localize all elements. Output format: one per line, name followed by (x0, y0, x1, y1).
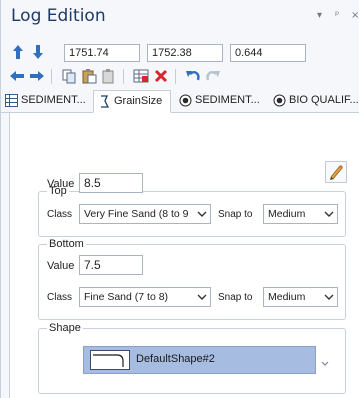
top-snap-value: Medium (268, 208, 306, 220)
chevron-down-icon (197, 291, 207, 303)
delete-icon[interactable] (153, 68, 169, 84)
pin-button[interactable]: ᵖ (335, 10, 339, 21)
grid-icon[interactable] (133, 68, 149, 84)
edit-toolbar (9, 66, 354, 86)
pencil-icon (326, 165, 346, 185)
chevron-down-icon[interactable] (321, 357, 329, 366)
depth-row: 1751.74 1752.38 0.644 (9, 44, 354, 64)
top-class-value: Very Fine Sand (8 to 9 (84, 208, 189, 220)
top-value-input[interactable]: 8.5 (79, 173, 143, 193)
tab-label: SEDIMENT... (21, 94, 86, 106)
top-value-label: Value (47, 178, 75, 190)
arrow-up-icon[interactable] (11, 44, 25, 62)
bottom-class-select[interactable]: Fine Sand (7 to 8) (79, 287, 211, 307)
bottom-class-value: Fine Sand (7 to 8) (84, 291, 169, 303)
top-class-label: Class (47, 209, 73, 220)
arrow-right-icon[interactable] (29, 68, 45, 84)
shape-value: DefaultShape#2 (136, 353, 215, 365)
bottom-value-input[interactable]: 7.5 (79, 255, 143, 275)
tab-grainsize[interactable]: GrainSize (93, 90, 171, 113)
tab-label: SEDIMENT... (195, 94, 260, 106)
chevron-down-icon (197, 208, 207, 220)
title-bar: Log Edition ▾ ᵖ × (1, 0, 359, 34)
toolbar-separator (175, 69, 176, 84)
depth-bottom-input[interactable]: 1752.38 (147, 44, 223, 62)
shape-legend: Shape (49, 322, 81, 334)
panel-title: Log Edition (11, 6, 106, 26)
bottom-legend: Bottom (49, 238, 84, 250)
log-edition-panel: Log Edition ▾ ᵖ × 1751.74 1752.38 0.644 (0, 0, 359, 398)
bottom-value-label: Value (47, 260, 75, 272)
grainsize-icon (98, 95, 111, 108)
arrow-down-icon[interactable] (31, 44, 45, 62)
paste-icon[interactable] (81, 68, 97, 84)
top-snap-label: Snap to (218, 209, 253, 220)
undo-icon[interactable] (185, 68, 201, 84)
shape-preview-icon (90, 350, 130, 370)
top-class-select[interactable]: Very Fine Sand (8 to 9 (79, 204, 211, 224)
tab-strip: SEDIMENT... GrainSize SEDIMENT... BIO QU… (1, 90, 359, 113)
toolbar-separator (51, 69, 52, 84)
thickness-input[interactable]: 0.644 (230, 44, 306, 62)
chevron-down-icon (324, 291, 334, 303)
bottom-snap-value: Medium (268, 291, 306, 303)
tab-sediment-1[interactable]: SEDIMENT... (1, 90, 91, 112)
tab-label: GrainSize (114, 95, 163, 107)
shape-select[interactable]: DefaultShape#2 (83, 346, 316, 374)
bottom-group: Bottom (38, 238, 346, 320)
arrow-left-icon[interactable] (9, 68, 25, 84)
copy-icon[interactable] (61, 68, 77, 84)
bottom-snap-select[interactable]: Medium (263, 287, 338, 307)
edit-pencil-button[interactable] (325, 161, 347, 183)
table-icon (5, 94, 18, 107)
target-icon (273, 94, 286, 107)
panel-menu-button[interactable]: ▾ (317, 10, 322, 21)
tab-sediment-2[interactable]: SEDIMENT... (175, 90, 267, 112)
paste-special-icon[interactable] (101, 68, 117, 84)
chevron-down-icon (324, 208, 334, 220)
top-snap-select[interactable]: Medium (263, 204, 338, 224)
tab-label: BIO QUALIF... (289, 94, 359, 106)
close-button[interactable]: × (351, 10, 359, 21)
target-icon (179, 94, 192, 107)
bottom-class-label: Class (47, 292, 73, 303)
toolbar-separator (123, 69, 124, 84)
depth-top-input[interactable]: 1751.74 (64, 44, 140, 62)
bottom-snap-label: Snap to (218, 292, 253, 303)
redo-icon[interactable] (205, 68, 221, 84)
tab-bio-qualif[interactable]: BIO QUALIF... (269, 90, 359, 112)
